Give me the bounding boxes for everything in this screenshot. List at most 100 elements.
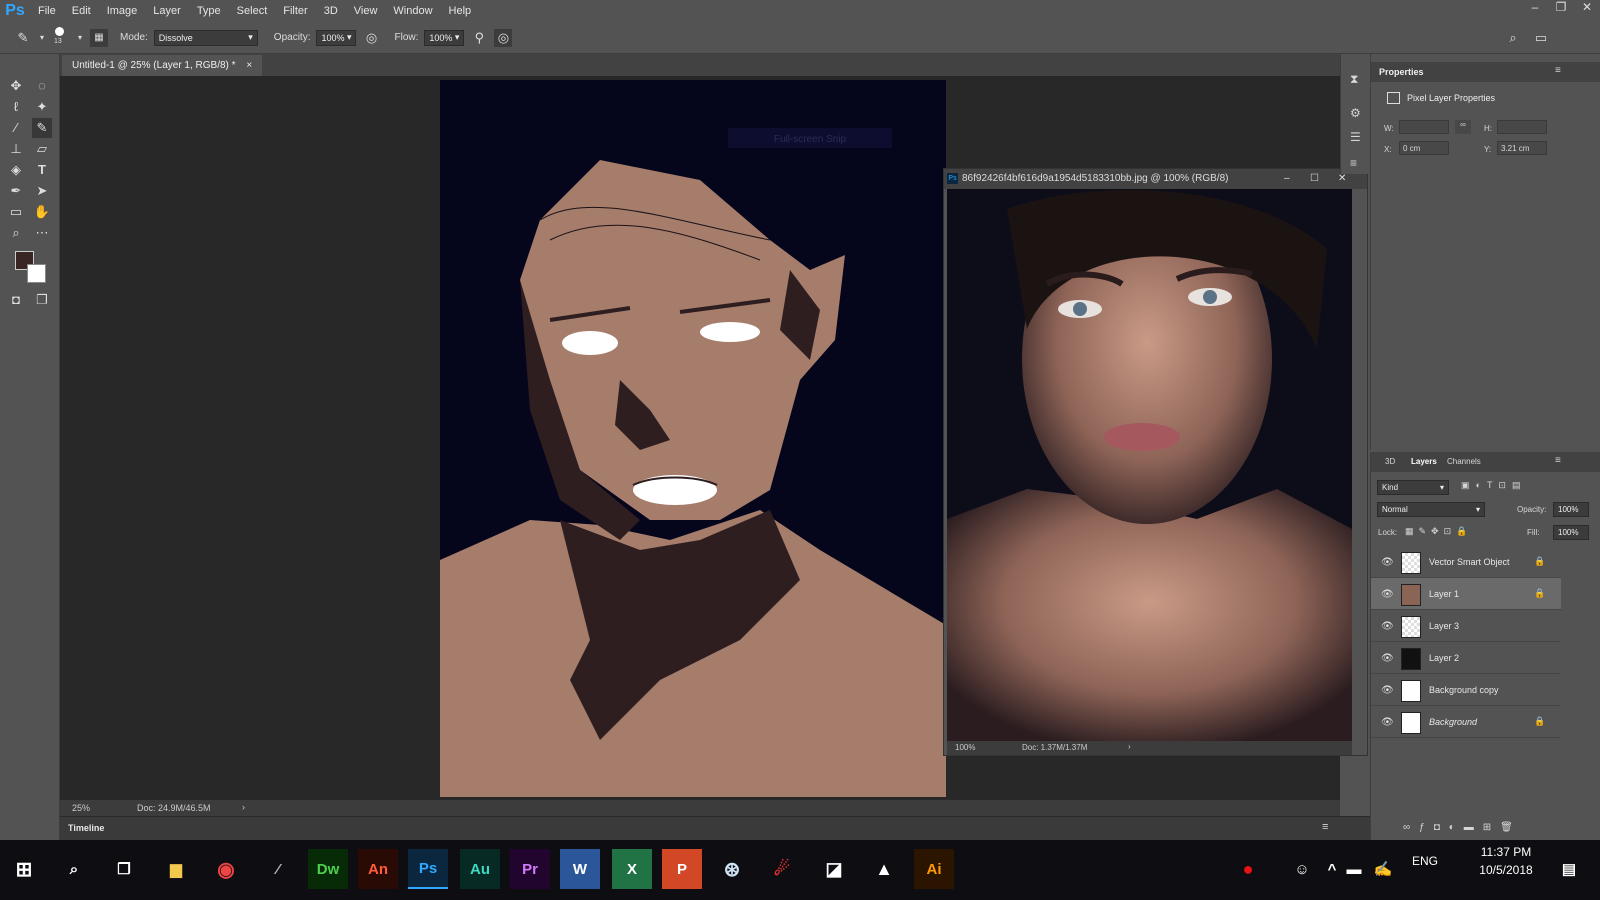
marquee-tool-icon[interactable]: ◌ xyxy=(32,76,52,96)
layer-row[interactable]: 👁 Layer 2 xyxy=(1371,642,1561,674)
rectangle-tool-icon[interactable]: ▭ xyxy=(6,202,26,222)
restore-icon[interactable]: ❐ xyxy=(1548,0,1574,18)
menu-type[interactable]: Type xyxy=(189,0,229,22)
lock-options-icons[interactable]: ▦✎✥⊡🔒 xyxy=(1405,526,1472,537)
clock-date[interactable]: 10/5/2018 xyxy=(1476,863,1536,877)
reference-window-titlebar[interactable]: Ps 86f92426f4bf616d9a1954d5183310bb.jpg … xyxy=(944,169,1367,189)
panel-menu-icon[interactable]: ≡ xyxy=(1555,65,1561,76)
layer-row[interactable]: 👁 Layer 3 xyxy=(1371,610,1561,642)
lasso-tool-icon[interactable]: ℓ xyxy=(6,97,26,117)
maximize-icon[interactable]: ☐ xyxy=(1310,169,1319,189)
layer-row[interactable]: 👁 Vector Smart Object 🔒 xyxy=(1371,546,1561,578)
audition-icon[interactable]: Au xyxy=(460,849,500,889)
menu-select[interactable]: Select xyxy=(229,0,276,22)
sticky-notes-icon[interactable]: ◪ xyxy=(814,849,854,889)
tab-3d[interactable]: 3D xyxy=(1385,457,1395,466)
menu-3d[interactable]: 3D xyxy=(316,0,346,22)
layer-row[interactable]: 👁 Background copy xyxy=(1371,674,1561,706)
chevron-down-icon[interactable]: ▾ xyxy=(38,29,46,47)
start-icon[interactable]: ⊞ xyxy=(4,849,44,889)
height-field[interactable] xyxy=(1497,120,1547,134)
fill-tool-icon[interactable]: ◈ xyxy=(6,160,26,180)
zoom-tool-icon[interactable]: ⌕ xyxy=(6,223,26,243)
search-icon[interactable]: ⌕ xyxy=(54,849,94,889)
blend-mode-dropdown[interactable]: Normal ▾ xyxy=(1377,502,1485,517)
screen-mode-icon[interactable]: ❐ xyxy=(32,290,52,310)
eye-icon[interactable]: 👁 xyxy=(1381,589,1394,600)
menu-edit[interactable]: Edit xyxy=(64,0,99,22)
antivirus-icon[interactable]: ● xyxy=(1228,849,1268,889)
excel-icon[interactable]: X xyxy=(612,849,652,889)
artwork-canvas[interactable]: Full-screen Snip xyxy=(440,80,946,797)
close-tab-icon[interactable]: × xyxy=(246,60,252,71)
menu-help[interactable]: Help xyxy=(441,0,480,22)
search-icon[interactable]: ⌕ xyxy=(1504,29,1522,47)
language-indicator[interactable]: ENG xyxy=(1412,854,1438,868)
battery-icon[interactable]: ▬ xyxy=(1344,849,1364,889)
stamp-tool-icon[interactable]: ⊥ xyxy=(6,139,26,159)
menu-view[interactable]: View xyxy=(346,0,386,22)
menu-file[interactable]: File xyxy=(30,0,64,22)
path-select-tool-icon[interactable]: ➤ xyxy=(32,181,52,201)
mode-dropdown[interactable]: Dissolve ▾ xyxy=(153,29,258,46)
clock-time[interactable]: 11:37 PM xyxy=(1476,845,1536,859)
premiere-icon[interactable]: Pr xyxy=(510,849,550,889)
width-field[interactable] xyxy=(1399,120,1449,134)
opacity-field[interactable]: 100% ▾ xyxy=(316,29,357,46)
pressure-opacity-icon[interactable]: ◎ xyxy=(362,29,380,47)
layer-opacity-field[interactable]: 100% xyxy=(1553,502,1589,517)
eye-icon[interactable]: 👁 xyxy=(1381,653,1394,664)
eye-icon[interactable]: 👁 xyxy=(1381,621,1394,632)
layer-row[interactable]: 👁 Background 🔒 xyxy=(1371,706,1561,738)
powerpoint-icon[interactable]: P xyxy=(662,849,702,889)
menu-window[interactable]: Window xyxy=(385,0,440,22)
dreamweaver-icon[interactable]: Dw xyxy=(308,849,348,889)
chrome-icon[interactable]: ◉ xyxy=(206,849,246,889)
eyedropper-tool-icon[interactable]: ⁄ xyxy=(6,118,26,138)
quick-mask-icon[interactable]: ◘ xyxy=(6,290,26,310)
file-explorer-icon[interactable]: ▆ xyxy=(156,849,196,889)
photoshop-taskbar-icon[interactable]: Ps xyxy=(408,849,448,889)
panel-menu-icon[interactable]: ≡ xyxy=(1322,821,1328,833)
tab-properties[interactable]: Properties xyxy=(1379,67,1424,77)
document-tab[interactable]: Untitled-1 @ 25% (Layer 1, RGB/8) * × xyxy=(62,55,263,76)
layer-row-selected[interactable]: 👁 Layer 1 🔒 xyxy=(1371,578,1561,610)
eraser-tool-icon[interactable]: ▱ xyxy=(32,139,52,159)
tab-channels[interactable]: Channels xyxy=(1447,457,1481,466)
background-color-swatch[interactable] xyxy=(27,264,46,283)
layer-filter-dropdown[interactable]: Kind ▾ xyxy=(1377,480,1449,495)
workspace-icon[interactable]: ▭ xyxy=(1532,29,1550,47)
brush-tool-icon[interactable]: ✎ xyxy=(14,29,32,47)
app-icon[interactable]: ☄ xyxy=(762,849,802,889)
word-icon[interactable]: W xyxy=(560,849,600,889)
zoom-level[interactable]: 25% xyxy=(72,803,90,813)
link-icon[interactable]: ∞ xyxy=(1455,120,1471,134)
menu-filter[interactable]: Filter xyxy=(275,0,315,22)
microphone-icon[interactable]: ⁄ xyxy=(258,849,298,889)
menu-image[interactable]: Image xyxy=(99,0,146,22)
timeline-panel[interactable]: Timeline ≡ xyxy=(60,816,1370,840)
photos-icon[interactable]: ▲ xyxy=(864,849,904,889)
panel-menu-icon[interactable]: ≡ xyxy=(1555,455,1561,466)
hand-tool-icon[interactable]: ✋ xyxy=(32,202,52,222)
people-icon[interactable]: ☺ xyxy=(1282,849,1322,889)
move-tool-icon[interactable]: ✥ xyxy=(6,76,26,96)
history-icon[interactable]: ⧗ xyxy=(1350,72,1358,87)
type-tool-icon[interactable]: T xyxy=(32,160,52,180)
reference-image-window[interactable]: Ps 86f92426f4bf616d9a1954d5183310bb.jpg … xyxy=(943,168,1368,756)
minimize-icon[interactable]: – xyxy=(1522,0,1548,18)
minimize-icon[interactable]: – xyxy=(1284,169,1290,189)
eye-icon[interactable]: 👁 xyxy=(1381,685,1394,696)
eye-icon[interactable]: 👁 xyxy=(1381,717,1394,728)
fill-field[interactable]: 100% xyxy=(1553,525,1589,540)
magic-wand-tool-icon[interactable]: ✦ xyxy=(32,97,52,117)
brush-preset-picker[interactable]: 13 xyxy=(52,26,70,49)
chevron-right-icon[interactable]: › xyxy=(242,802,245,812)
menu-layer[interactable]: Layer xyxy=(145,0,189,22)
chevron-right-icon[interactable]: › xyxy=(1128,742,1131,751)
flow-field[interactable]: 100% ▾ xyxy=(424,29,465,46)
steam-icon[interactable]: ⊛ xyxy=(712,849,752,889)
brush-tool-icon[interactable]: ✎ xyxy=(32,118,52,138)
more-tools-icon[interactable]: ⋯ xyxy=(32,223,52,243)
layer-filter-icons[interactable]: ▣◐T⊡▤ xyxy=(1461,480,1526,491)
